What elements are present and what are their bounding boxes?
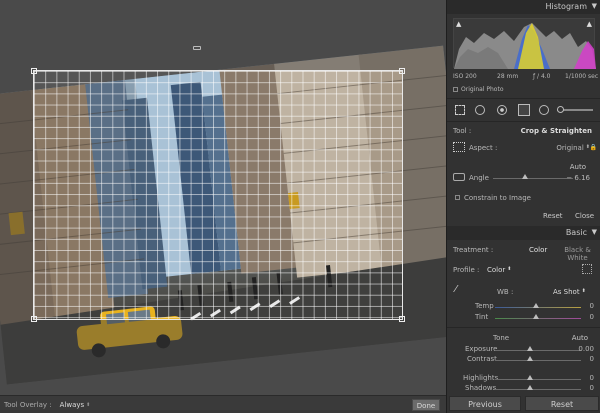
aspect-value: Original — [556, 144, 584, 152]
tone-label: Tone — [493, 334, 510, 342]
contrast-label: Contrast — [467, 355, 497, 363]
angle-auto-button[interactable]: Auto — [570, 163, 586, 171]
histogram-graph[interactable]: ▲ ▲ — [453, 18, 596, 69]
tint-value: 0 — [589, 313, 594, 321]
collapse-triangle-icon[interactable]: ▼ — [592, 2, 597, 10]
crop-handle-bottom-right[interactable] — [399, 316, 405, 322]
tool-overlay-select[interactable]: Always ⬍ — [60, 401, 91, 409]
crop-frame-tool-icon[interactable] — [453, 142, 465, 152]
lock-icon[interactable]: 🔒 — [590, 144, 597, 151]
crop-handle-top-left[interactable] — [31, 68, 37, 74]
tool-strip — [447, 101, 600, 119]
develop-panel: Histogram ▼ ▲ ▲ ISO 200 28 mm ƒ / 4.0 1/… — [446, 0, 600, 413]
treatment-color-button[interactable]: Color — [529, 246, 547, 254]
exposure-slider-knob[interactable] — [527, 346, 533, 351]
previous-button[interactable]: Previous — [449, 396, 521, 411]
crop-handle-bottom-left[interactable] — [31, 316, 37, 322]
crop-frame[interactable] — [31, 68, 405, 322]
treatment-bw-button[interactable]: Black & White — [555, 246, 600, 262]
shadows-slider-knob[interactable] — [527, 385, 533, 390]
graduated-filter-icon[interactable] — [518, 104, 530, 116]
highlights-slider-knob[interactable] — [527, 375, 533, 380]
photo-canvas[interactable] — [0, 0, 446, 395]
iso-value: ISO 200 — [453, 73, 477, 80]
aperture-value: ƒ / 4.0 — [533, 73, 551, 80]
basic-title: Basic — [565, 228, 587, 237]
spot-removal-icon[interactable] — [475, 105, 485, 115]
shadows-slider-track[interactable] — [495, 389, 581, 390]
shadows-label: Shadows — [465, 384, 497, 392]
profile-label: Profile : — [453, 266, 480, 274]
tint-label: Tint — [475, 313, 489, 321]
angle-slider-track[interactable] — [493, 178, 573, 179]
temp-value: 0 — [589, 302, 594, 310]
contrast-slider-track[interactable] — [495, 360, 581, 361]
profile-value: Color — [487, 266, 506, 274]
rotate-handle[interactable] — [193, 46, 201, 50]
crop-close-button[interactable]: Close — [575, 212, 594, 220]
straighten-tool-icon[interactable] — [453, 173, 465, 181]
crop-handle-top-right[interactable] — [399, 68, 405, 74]
highlights-value: 0 — [589, 374, 594, 382]
aspect-label: Aspect : — [469, 144, 498, 152]
contrast-value: 0 — [589, 355, 594, 363]
exposure-value: 0.00 — [578, 345, 594, 353]
constrain-checkbox[interactable] — [455, 195, 460, 200]
done-button[interactable]: Done — [412, 399, 440, 411]
tool-label: Tool : — [453, 127, 472, 135]
highlights-label: Highlights — [463, 374, 499, 382]
exposure-slider-track[interactable] — [495, 350, 581, 351]
wb-value: As Shot — [553, 288, 580, 296]
original-photo-label: Original Photo — [461, 86, 504, 93]
aspect-select[interactable]: Original ⬍ — [556, 144, 590, 152]
reset-button[interactable]: Reset — [525, 396, 599, 411]
chevron-updown-icon: ⬍ — [581, 288, 586, 294]
highlight-clip-icon[interactable]: ▲ — [587, 20, 592, 28]
constrain-label: Constrain to Image — [464, 194, 531, 202]
red-eye-icon[interactable] — [497, 105, 507, 115]
wb-label: WB : — [497, 288, 514, 296]
original-photo-checkbox[interactable] — [453, 87, 458, 92]
contrast-slider-knob[interactable] — [527, 356, 533, 361]
crop-reset-button[interactable]: Reset — [543, 212, 563, 220]
shadows-value: 0 — [589, 384, 594, 392]
tool-overlay-label: Tool Overlay : — [4, 400, 52, 409]
exposure-label: Exposure — [465, 345, 498, 353]
highlights-slider-track[interactable] — [495, 379, 581, 380]
histogram-title: Histogram — [545, 2, 588, 11]
radial-filter-icon[interactable] — [539, 105, 549, 115]
histogram-header[interactable]: Histogram ▼ — [447, 0, 600, 14]
angle-value: − 6.16 — [566, 174, 590, 182]
tone-auto-button[interactable]: Auto — [572, 334, 588, 342]
treatment-label: Treatment : — [453, 246, 494, 254]
focal-length-value: 28 mm — [497, 73, 519, 80]
shutter-value: 1/1000 sec — [565, 73, 599, 80]
temp-label: Temp — [475, 302, 494, 310]
temp-slider-knob[interactable] — [533, 303, 539, 308]
angle-slider-knob[interactable] — [522, 174, 528, 179]
histogram-curve — [454, 23, 596, 69]
profile-browser-icon[interactable] — [582, 264, 592, 274]
wb-select[interactable]: As Shot ⬍ — [553, 288, 586, 296]
profile-select[interactable]: Color ⬍ — [487, 266, 511, 274]
chevron-updown-icon: ⬍ — [86, 401, 91, 408]
brush-knob-icon — [557, 106, 564, 113]
bottom-toolbar: Tool Overlay : Always ⬍ Done — [0, 395, 446, 413]
tool-overlay-value: Always — [59, 400, 85, 409]
chevron-updown-icon: ⬍ — [507, 266, 512, 272]
angle-label: Angle — [469, 174, 489, 182]
wb-eyedropper-icon[interactable]: ⁄ — [455, 284, 457, 295]
collapse-triangle-icon[interactable]: ▼ — [592, 228, 597, 236]
shadow-clip-icon[interactable]: ▲ — [456, 20, 461, 28]
tool-value: Crop & Straighten — [520, 127, 592, 135]
crop-tool-icon[interactable] — [455, 105, 465, 115]
tint-slider-knob[interactable] — [533, 314, 539, 319]
crop-grid-overlay — [34, 71, 402, 319]
basic-header[interactable]: Basic ▼ — [447, 226, 600, 240]
